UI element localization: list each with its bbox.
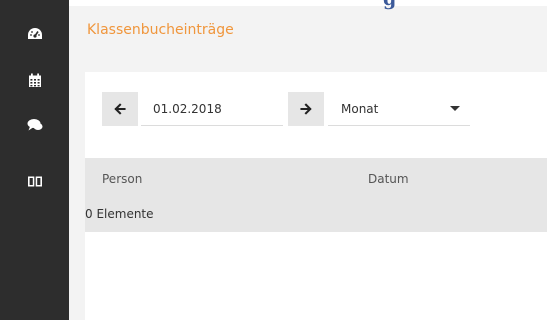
item-count: 0 Elemente	[85, 207, 154, 221]
sidebar-item-comments[interactable]	[0, 105, 69, 145]
comments-icon	[27, 119, 42, 131]
dashboard-icon	[27, 28, 42, 39]
arrow-right-icon	[300, 103, 312, 115]
arrow-left-icon	[114, 103, 126, 115]
table-header: Person Datum 0 Elemente	[85, 158, 547, 232]
column-header-datum[interactable]: Datum	[368, 172, 409, 186]
period-select-value: Monat	[341, 101, 379, 116]
date-field[interactable]	[141, 92, 283, 126]
sidebar-item-book[interactable]	[0, 161, 69, 201]
main-area: g Klassenbucheinträge Monat Person Datum…	[69, 0, 547, 320]
book-icon	[27, 176, 42, 186]
sidebar	[0, 0, 69, 320]
column-header-person[interactable]: Person	[102, 172, 142, 186]
calendar-icon	[28, 73, 41, 87]
prev-period-button[interactable]	[102, 92, 138, 126]
content-card: Monat Person Datum 0 Elemente	[85, 72, 547, 320]
caret-down-icon	[450, 106, 460, 111]
page-title: Klassenbucheinträge	[87, 22, 234, 38]
sidebar-item-calendar[interactable]	[0, 60, 69, 100]
top-cut-text: g	[383, 0, 396, 10]
top-edge: g	[69, 0, 547, 10]
next-period-button[interactable]	[288, 92, 324, 126]
sidebar-item-dashboard[interactable]	[0, 14, 69, 54]
period-select[interactable]: Monat	[328, 92, 470, 126]
